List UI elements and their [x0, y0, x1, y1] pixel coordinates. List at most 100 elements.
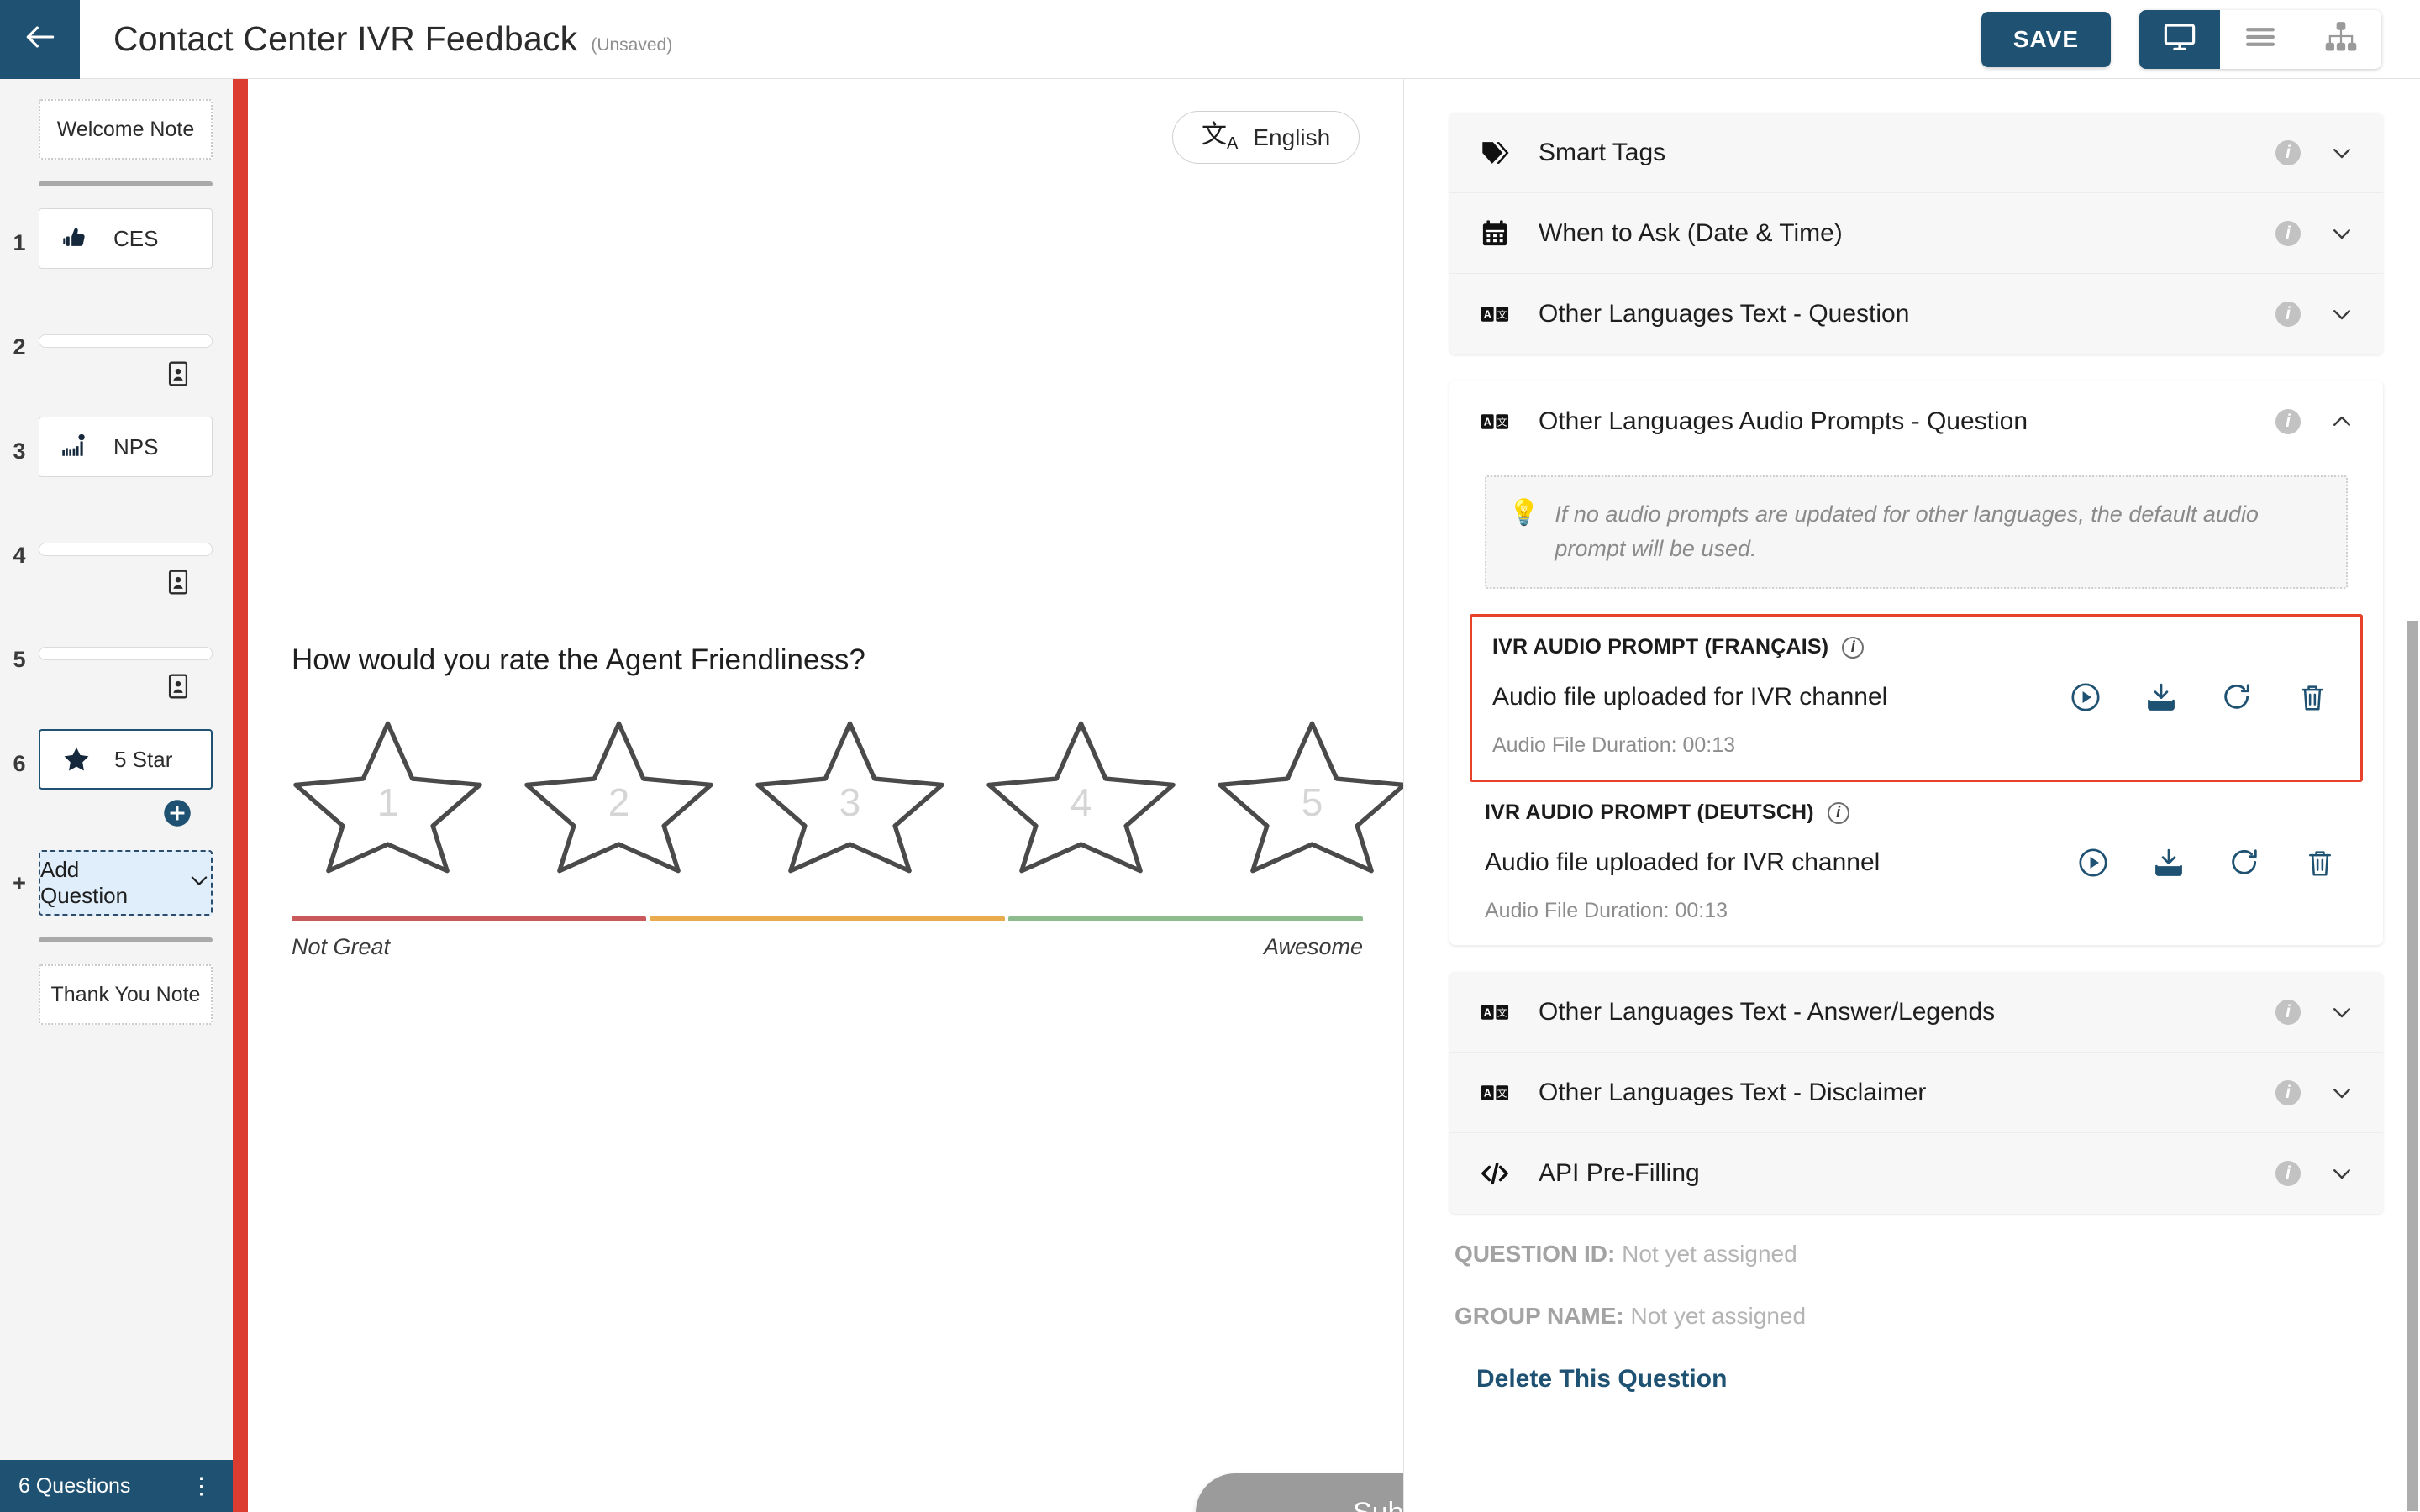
star-option-4[interactable]: 4 — [975, 717, 1187, 877]
download-icon[interactable] — [2145, 681, 2177, 713]
chevron-up-icon[interactable] — [2329, 409, 2354, 434]
accordion-smart-tags[interactable]: Smart Tags i — [1449, 113, 2383, 193]
add-question-label: Add Question — [40, 857, 129, 908]
question-branching-row — [39, 556, 213, 596]
star-label: 4 — [1070, 780, 1092, 824]
star-option-1[interactable]: 1 — [281, 717, 494, 877]
rating-legend-bar — [292, 916, 1363, 921]
add-circle-icon[interactable] — [162, 798, 192, 828]
back-button[interactable] — [0, 0, 80, 79]
info-icon[interactable]: i — [1842, 636, 1865, 659]
prompt-title-row: IVR AUDIO PROMPT (DEUTSCH) i — [1485, 801, 2348, 825]
question-branching-row — [39, 660, 213, 701]
question-number: 5 — [13, 647, 26, 672]
info-icon[interactable]: i — [2275, 999, 2301, 1025]
submit-button[interactable]: Submit — [1196, 1473, 1403, 1512]
legend-segment-high — [1007, 916, 1363, 921]
svg-text:A: A — [1484, 417, 1491, 428]
thank-you-note-item[interactable]: Thank You Note — [39, 964, 213, 1025]
preview-question-text: How would you rate the Agent Friendlines… — [292, 643, 865, 676]
sidebar-item-collapsed[interactable] — [39, 543, 213, 556]
accordion-other-languages-audio-prompts[interactable]: A 文 Other Languages Audio Prompts - Ques… — [1449, 381, 2383, 462]
play-icon[interactable] — [2077, 847, 2109, 879]
svg-text:文: 文 — [1497, 308, 1507, 321]
unsaved-badge: (Unsaved) — [591, 35, 673, 55]
question-body — [39, 521, 233, 596]
delete-question-link[interactable]: Delete This Question — [1476, 1365, 2383, 1394]
accordion-other-languages-answer-legends[interactable]: A 文 Other Languages Text - Answer/Legend… — [1449, 972, 2383, 1053]
download-icon[interactable] — [2153, 847, 2185, 879]
star-label: 5 — [1301, 780, 1323, 824]
chevron-down-icon[interactable] — [2329, 221, 2354, 246]
star-label: 1 — [376, 780, 399, 824]
svg-text:A: A — [1484, 1087, 1491, 1099]
kebab-menu-icon[interactable]: ⋮ — [190, 1473, 213, 1499]
sidebar-item-nps[interactable]: NPS — [39, 417, 213, 477]
list-view-button[interactable] — [2220, 9, 2301, 69]
delete-icon[interactable] — [2296, 681, 2328, 713]
sidebar-item-ces[interactable]: CES — [39, 208, 213, 269]
sidebar-item-label: NPS — [113, 433, 159, 459]
chevron-down-icon[interactable] — [2329, 302, 2354, 327]
replace-icon[interactable] — [2221, 681, 2253, 713]
page-title: Contact Center IVR Feedback — [113, 19, 578, 58]
contact-card-icon[interactable] — [164, 360, 192, 388]
prompt-duration: Audio File Duration: 00:13 — [1485, 899, 1728, 922]
audio-prompt-francais: IVR AUDIO PROMPT (FRANÇAIS) i Audio file… — [1470, 614, 2363, 782]
prompt-file-row: Audio file uploaded for IVR channel — [1485, 847, 2348, 879]
panel-scrollbar[interactable] — [2407, 621, 2418, 1511]
sidebar-item-5-star[interactable]: 5 Star — [39, 729, 213, 790]
star-option-3[interactable]: 3 — [744, 717, 956, 877]
group-name-row: GROUP NAME: Not yet assigned — [1455, 1303, 2383, 1330]
desktop-preview-button[interactable] — [2139, 9, 2220, 69]
translate-box-icon: A 文 — [1480, 1078, 1517, 1108]
chevron-down-icon[interactable] — [2329, 1000, 2354, 1025]
legend-segment-low — [292, 916, 647, 921]
sidebar-divider-top — [39, 181, 213, 186]
language-selector[interactable]: 文A English — [1172, 111, 1360, 164]
info-icon[interactable]: i — [2275, 1161, 2301, 1186]
rating-legend-labels: Not Great Awesome — [292, 934, 1363, 960]
info-icon[interactable]: i — [2275, 220, 2301, 246]
audio-prompts-section: A 文 Other Languages Audio Prompts - Ques… — [1449, 381, 2383, 945]
chevron-down-icon — [187, 869, 211, 898]
chevron-down-icon[interactable] — [2329, 1161, 2354, 1186]
contact-card-icon[interactable] — [164, 672, 192, 701]
flow-view-button[interactable] — [2301, 9, 2381, 69]
thumbs-up-icon — [61, 224, 90, 253]
info-icon[interactable]: i — [2275, 139, 2301, 165]
add-question-button[interactable]: Add Question — [39, 850, 213, 916]
info-icon[interactable]: i — [1827, 801, 1849, 824]
chevron-down-icon[interactable] — [2329, 1080, 2354, 1105]
sidebar-item-collapsed[interactable] — [39, 334, 213, 348]
accordion-api-pre-filling[interactable]: API Pre-Filling i — [1449, 1133, 2383, 1214]
sitemap-icon — [2323, 19, 2359, 59]
accordion-when-to-ask[interactable]: When to Ask (Date & Time) i — [1449, 193, 2383, 274]
accordion-other-languages-text-question[interactable]: A 文 Other Languages Text - Question i — [1449, 274, 2383, 354]
view-mode-group — [2139, 9, 2381, 69]
info-icon[interactable]: i — [2275, 1079, 2301, 1105]
info-icon[interactable]: i — [2275, 409, 2301, 434]
sidebar-item-label: 5 Star — [114, 746, 173, 772]
question-number: 3 — [13, 438, 26, 464]
welcome-note-item[interactable]: Welcome Note — [39, 99, 213, 160]
contact-card-icon[interactable] — [164, 568, 192, 596]
svg-text:A: A — [1484, 1006, 1491, 1018]
bar-chart-icon — [61, 433, 90, 461]
info-icon[interactable]: i — [2275, 302, 2301, 327]
accordion-label: Smart Tags — [1539, 138, 1666, 166]
play-icon[interactable] — [2070, 681, 2102, 713]
save-button[interactable]: SAVE — [1981, 11, 2111, 67]
chevron-down-icon[interactable] — [2329, 140, 2354, 165]
prompt-file-text: Audio file uploaded for IVR channel — [1485, 848, 1881, 876]
star-option-5[interactable]: 5 — [1206, 717, 1403, 877]
question-body: NPS — [39, 417, 233, 477]
accordion-other-languages-disclaimer[interactable]: A 文 Other Languages Text - Disclaimer i — [1449, 1053, 2383, 1133]
settings-accordion-top: Smart Tags i When to Ask (Date & Time) i… — [1449, 113, 2383, 354]
accordion-label: Other Languages Audio Prompts - Question — [1539, 407, 2028, 435]
add-question-row: + Add Question — [0, 850, 233, 916]
delete-icon[interactable] — [2304, 847, 2336, 879]
sidebar-item-collapsed[interactable] — [39, 647, 213, 660]
star-option-2[interactable]: 2 — [513, 717, 725, 877]
replace-icon[interactable] — [2228, 847, 2260, 879]
